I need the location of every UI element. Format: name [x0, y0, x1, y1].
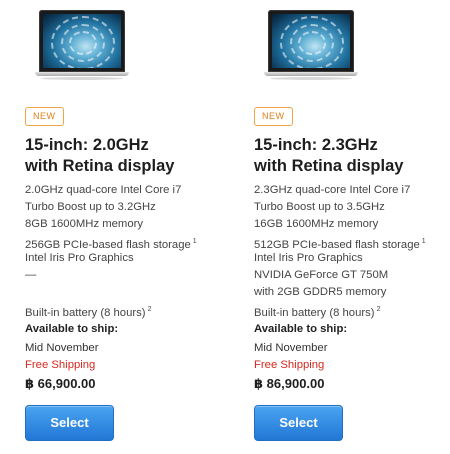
new-badge: NEW: [25, 107, 64, 126]
availability-label: Available to ship:: [25, 323, 119, 335]
title-line-1: 15-inch: 2.0GHz: [25, 136, 149, 154]
title-line-2: with Retina display: [25, 157, 175, 175]
free-shipping-text: Free Shipping: [25, 359, 96, 371]
spec-battery: Built-in battery (8 hours): [25, 307, 146, 319]
footnote-link[interactable]: 2: [377, 306, 381, 313]
availability-value: Mid November: [254, 342, 328, 354]
availability-value: Mid November: [25, 342, 99, 354]
spec-graphics: Intel Iris Pro Graphics: [25, 252, 134, 264]
spec-memory: 16GB 1600MHz memory: [254, 218, 379, 230]
price: ฿ 66,900.00: [25, 376, 96, 391]
select-button[interactable]: Select: [254, 405, 343, 441]
product-title: 15-inch: 2.3GHz with Retina display: [254, 135, 450, 177]
title-line-2: with Retina display: [254, 157, 404, 175]
footnote-link[interactable]: 2: [148, 306, 152, 313]
spec-graphics-memory: with 2GB GDDR5 memory: [254, 286, 387, 298]
select-button[interactable]: Select: [25, 405, 114, 441]
spec-graphics: Intel Iris Pro Graphics: [254, 252, 363, 264]
macbook-pro-image: [35, 10, 129, 82]
availability-label: Available to ship:: [254, 323, 348, 335]
spec-processor: 2.3GHz quad-core Intel Core i7: [254, 184, 411, 196]
spec-dedicated-graphics: —: [25, 269, 37, 281]
spec-battery: Built-in battery (8 hours): [254, 307, 375, 319]
free-shipping-text: Free Shipping: [254, 359, 325, 371]
spec-list: 2.0GHz quad-core Intel Core i7 Turbo Boo…: [25, 182, 225, 319]
spec-processor: 2.0GHz quad-core Intel Core i7: [25, 184, 182, 196]
product-title: 15-inch: 2.0GHz with Retina display: [25, 135, 225, 177]
spec-memory: 8GB 1600MHz memory: [25, 218, 144, 230]
spec-turbo: Turbo Boost up to 3.2GHz: [25, 201, 156, 213]
footnote-link[interactable]: 1: [422, 238, 426, 245]
spec-turbo: Turbo Boost up to 3.5GHz: [254, 201, 385, 213]
footnote-link[interactable]: 1: [193, 238, 197, 245]
new-badge: NEW: [254, 107, 293, 126]
macbook-pro-image: [264, 10, 358, 82]
price: ฿ 86,900.00: [254, 376, 325, 391]
spec-list: 2.3GHz quad-core Intel Core i7 Turbo Boo…: [254, 182, 450, 319]
spec-dedicated-graphics: NVIDIA GeForce GT 750M: [254, 269, 389, 281]
title-line-1: 15-inch: 2.3GHz: [254, 136, 378, 154]
